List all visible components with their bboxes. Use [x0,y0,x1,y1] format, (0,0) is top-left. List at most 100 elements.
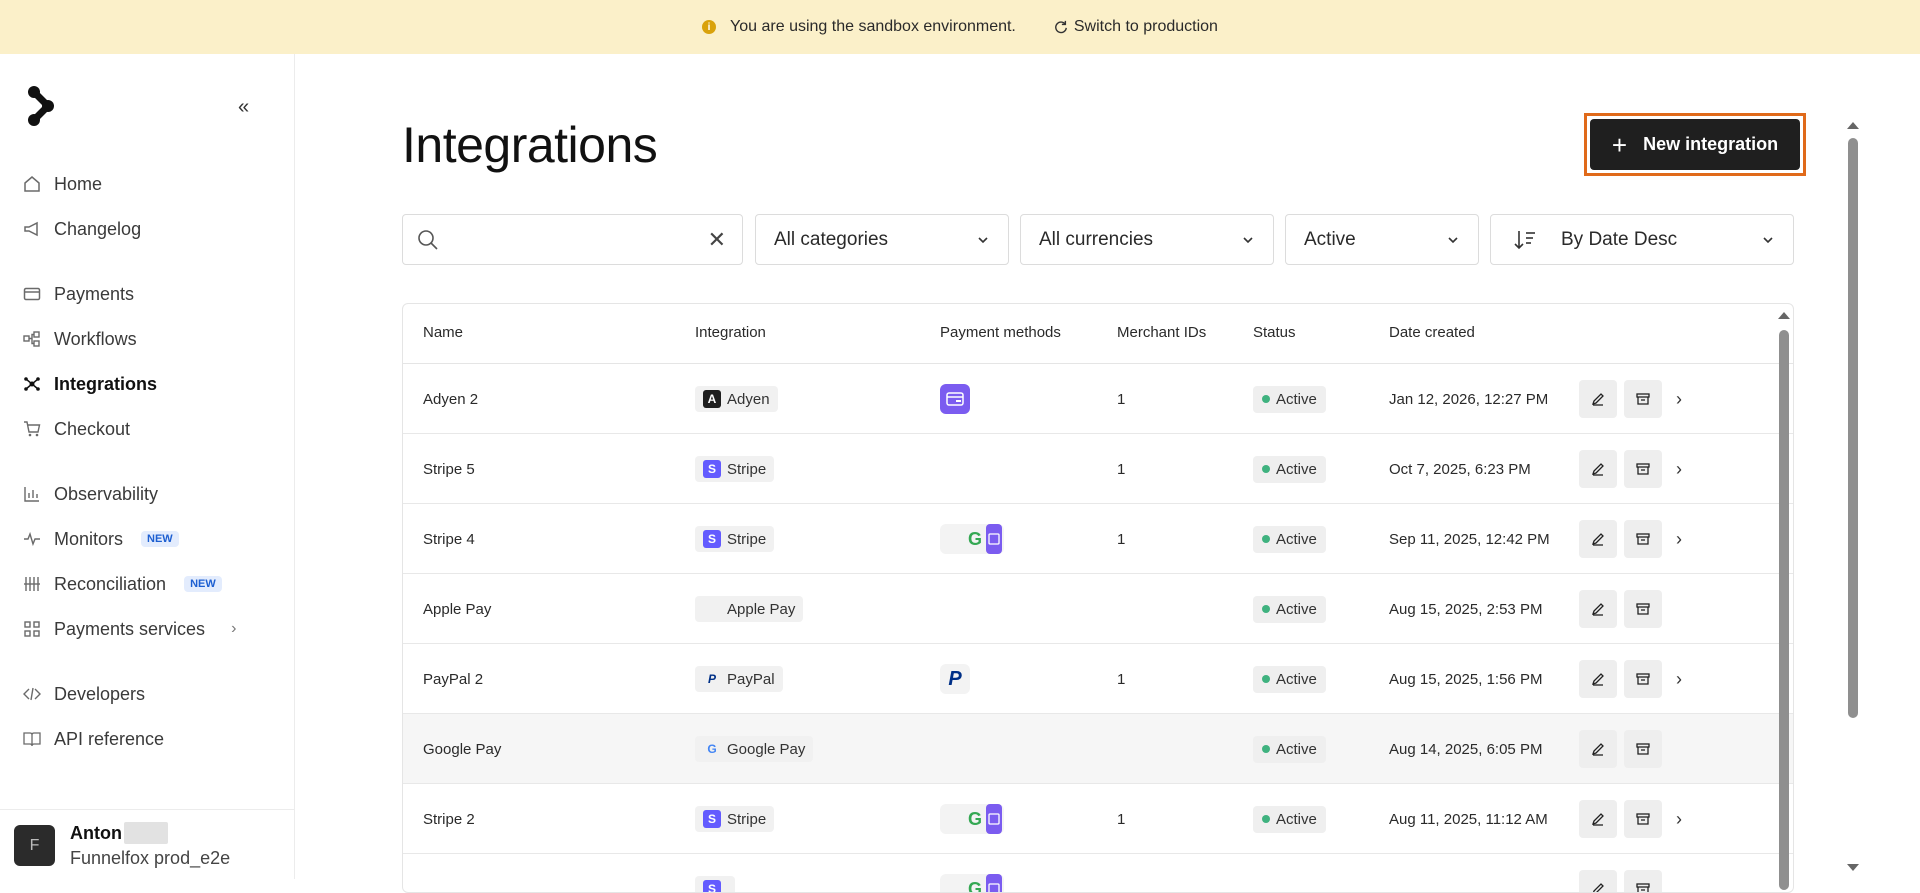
search-input[interactable] [449,227,699,253]
row-merchant-ids: 1 [1117,810,1126,828]
sidebar-item-checkout[interactable]: Checkout [22,411,130,447]
status-badge: Active [1253,385,1326,413]
status-select[interactable]: Active [1285,214,1479,265]
archive-button[interactable] [1624,800,1662,838]
status-label: Active [1276,600,1317,618]
paypal-logo-icon: P [707,672,716,686]
card-method-icon [986,804,1002,834]
switch-to-production-link[interactable]: Switch to production [1054,18,1218,36]
avatar: F [14,825,55,866]
edit-button[interactable] [1579,870,1617,892]
edit-button[interactable] [1579,660,1617,698]
sidebar-item-observability[interactable]: Observability [22,476,158,512]
sidebar-item-payments-services[interactable]: Payments services › [22,611,236,647]
status-label: Active [1276,810,1317,828]
collapse-sidebar-icon[interactable]: « [238,96,249,119]
card-icon [22,284,42,304]
archive-button[interactable] [1624,520,1662,558]
category-select[interactable]: All categories [755,214,1009,265]
edit-button[interactable] [1579,520,1617,558]
active-dot-icon [1262,395,1270,403]
currency-select[interactable]: All currencies [1020,214,1274,265]
redacted-surname [123,822,168,844]
chevron-down-icon [1243,237,1253,244]
chart-icon [22,484,42,504]
code-icon [22,684,42,704]
table-row[interactable]: Stripe 4 S Stripe G 1 Active Sep 11, 2025, 12:… [403,504,1793,574]
integration-chip: S Stripe [695,456,775,482]
table-row[interactable]: Stripe 2 S Stripe G 1 Active Aug 11, 2025, 11:… [403,784,1793,854]
sidebar-item-payments[interactable]: Payments [22,276,134,312]
sidebar-item-monitors[interactable]: Monitors NEW [22,521,179,557]
col-merchant-ids: Merchant IDs [1117,324,1207,341]
clear-search-icon[interactable]: ✕ [708,227,726,253]
page-scrollbar[interactable] [1848,138,1858,718]
chevron-down-icon [1448,237,1458,244]
page-scroll-up-arrow[interactable] [1847,122,1859,129]
sidebar-item-developers[interactable]: Developers [22,676,145,712]
edit-button[interactable] [1579,800,1617,838]
new-integration-label: New integration [1643,134,1779,154]
open-row-chevron-icon[interactable]: › [1676,809,1682,830]
sidebar-label-payments-services: Payments services [54,618,206,639]
table-scrollbar[interactable] [1779,330,1789,890]
google-pay-icon: G [967,878,982,893]
open-row-chevron-icon[interactable]: › [1676,389,1682,410]
open-row-chevron-icon[interactable]: › [1676,669,1682,690]
col-status: Status [1253,324,1296,341]
new-integration-button[interactable]: + New integration [1590,119,1800,170]
table-row[interactable]: Stripe 5 S Stripe 1 Active Oct 7, 2025, 6:23 … [403,434,1793,504]
integration-label: PayPal [727,670,775,688]
sidebar-item-home[interactable]: Home [22,166,102,202]
sidebar-label-integrations: Integrations [54,373,158,394]
archive-icon [1636,532,1650,546]
archive-button[interactable] [1624,870,1662,892]
sidebar-label-changelog: Changelog [54,218,142,239]
user-name-row: Anton [70,822,168,844]
apple-pay-icon [942,524,964,554]
row-date-created: Aug 14, 2025, 6:05 PM [1389,740,1543,758]
archive-icon [1636,672,1650,686]
status-badge: Active [1253,525,1326,553]
edit-button[interactable] [1579,380,1617,418]
edit-button[interactable] [1579,590,1617,628]
archive-button[interactable] [1624,380,1662,418]
sidebar-item-api-reference[interactable]: API reference [22,721,164,757]
table-row[interactable]: Adyen 2 A Adyen 1 Active Jan 12, 2026, 12:27 … [403,364,1793,434]
table-row[interactable]: Apple Pay Apple Pay Active Aug 15, 2025, 2:… [403,574,1793,644]
archive-button[interactable] [1624,660,1662,698]
stripe-logo-icon: S [703,880,721,892]
switch-label: Switch to production [1073,18,1218,35]
edit-button[interactable] [1579,730,1617,768]
scroll-up-arrow[interactable] [1778,312,1790,319]
active-dot-icon [1262,815,1270,823]
row-merchant-ids: 1 [1117,670,1126,688]
sidebar-item-workflows[interactable]: Workflows [22,321,137,357]
page-scroll-down-arrow[interactable] [1847,864,1859,871]
sidebar-item-changelog[interactable]: Changelog [22,211,141,247]
integration-label: Google Pay [727,740,806,758]
archive-button[interactable] [1624,590,1662,628]
table-row[interactable]: SG [403,854,1793,893]
status-badge: Active [1253,595,1326,623]
table-row[interactable]: Google Pay G Google Pay Active Aug 14, 2025,… [403,714,1793,784]
sidebar-item-reconciliation[interactable]: Reconciliation NEW [22,566,222,602]
megaphone-icon [22,219,42,239]
integrations-icon [22,374,42,394]
edit-button[interactable] [1579,450,1617,488]
sidebar-item-integrations[interactable]: Integrations [22,366,157,402]
integration-chip: P PayPal [695,666,783,692]
user-account[interactable]: F Anton Funnelfox prod_e2e [0,809,295,879]
open-row-chevron-icon[interactable]: › [1676,529,1682,550]
archive-button[interactable] [1624,730,1662,768]
sidebar-label-workflows: Workflows [54,328,137,349]
row-name: Adyen 2 [423,390,479,408]
workflow-icon [22,329,42,349]
status-badge: Active [1253,455,1326,483]
open-row-chevron-icon[interactable]: › [1676,459,1682,480]
sort-select[interactable]: By Date Desc [1490,214,1794,265]
archive-button[interactable] [1624,450,1662,488]
col-name: Name [423,324,464,341]
status-badge: Active [1253,665,1326,693]
table-row[interactable]: PayPal 2 P PayPal P 1 Active Aug 15, 2025, 1:5… [403,644,1793,714]
